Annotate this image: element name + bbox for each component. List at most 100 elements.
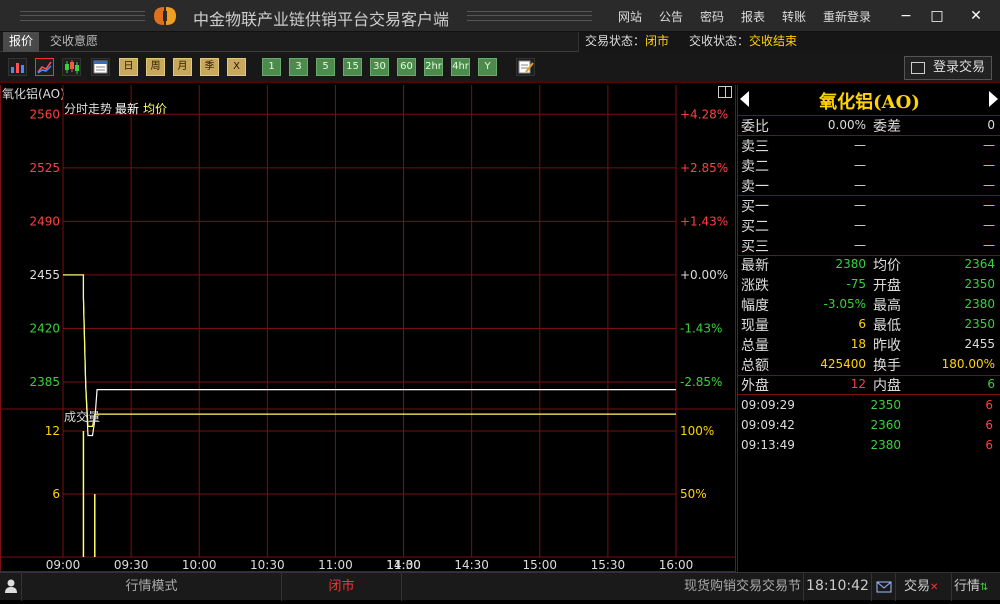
close-button[interactable]: ✕ [966,6,986,26]
inner-value: 6 [987,377,995,391]
y-tick-label: 2420 [29,321,60,335]
disconnected-icon: ✕ [930,582,939,593]
x-tick-label: 11:00 [318,558,353,572]
period-quarter-button[interactable]: 季 [200,58,219,76]
hour-2-button[interactable]: 2hr [424,58,443,76]
tab-delivery-intent[interactable]: 交收意愿 [44,32,104,52]
stat-value-2: 2350 [964,277,995,291]
minute-1-button[interactable]: 1 [262,58,281,76]
menu-report[interactable]: 报表 [741,8,765,25]
tab-quote[interactable]: 报价 [3,32,40,52]
y-tick-pct-label: -2.85% [680,375,722,389]
buy-row-2: 买二 — — [738,215,1000,235]
sell-row-1-price: — [854,178,866,192]
candlestick-icon[interactable] [62,58,81,76]
buy-row-2-volume: — [983,218,995,232]
terminal-icon [911,62,925,74]
minimize-button[interactable]: − [896,6,916,26]
trade-link[interactable]: 交易✕ [896,573,952,601]
minute-15-button[interactable]: 15 [343,58,362,76]
stat-label-2: 开盘 [873,278,901,294]
buy-row-3-volume: — [983,238,995,252]
period-month-button[interactable]: 月 [173,58,192,76]
user-icon[interactable] [0,573,22,601]
sell-row-3-volume: — [983,138,995,152]
tick-row: 09:09:42 2360 6 [738,415,1000,435]
stat-label: 最新 [741,258,769,274]
stat-value-2: 2364 [964,257,995,271]
outer-value: 12 [850,377,866,391]
volume-pct-label: 50% [680,487,707,501]
trade-status-value: 闭市 [645,34,670,48]
x-tick-label: 15:30 [591,558,626,572]
y-tick-pct-label: -1.43% [680,321,722,335]
period-x-button[interactable]: X [227,58,246,76]
average-price-line [63,274,676,427]
stat-value: 18 [850,337,866,351]
minute-30-button[interactable]: 30 [370,58,389,76]
period-week-button[interactable]: 周 [146,58,165,76]
minute-5-button[interactable]: 5 [316,58,335,76]
chart-svg: 09:00 09:30 10:00 10:30 11:00 11:3014:00 14:30… [0,85,736,572]
stat-row: 涨跌 -75 开盘 2350 [738,274,1000,294]
volume-tick-label: 12 [45,424,60,438]
delivery-status-label: 交收状态： [689,34,750,48]
minute-60-button[interactable]: 60 [397,58,416,76]
year-button[interactable]: Y [478,58,497,76]
outer-label: 外盘 [741,378,769,394]
y-tick-label: 2455 [29,268,60,282]
y-tick-label: 2490 [29,214,60,228]
menu-password[interactable]: 密码 [700,8,724,25]
stat-value-2: 2455 [964,337,995,351]
next-arrow-icon[interactable] [989,91,998,107]
stat-row: 现量 6 最低 2350 [738,314,1000,334]
x-tick-label: 09:00 [46,558,81,572]
tick-time: 09:13:49 [741,438,795,452]
menu-website[interactable]: 网站 [618,8,642,25]
maximize-button[interactable]: □ [927,6,947,26]
buy-row-2-price: — [854,218,866,232]
y-tick-label: 2385 [29,375,60,389]
quote-link[interactable]: 行情⇅ [952,573,1000,601]
stat-row: 幅度 -3.05% 最高 2380 [738,294,1000,314]
trade-status-label: 交易状态： [585,34,646,48]
menu-announcement[interactable]: 公告 [659,8,683,25]
mail-icon[interactable] [872,573,896,601]
y-tick-pct-label: +0.00% [680,268,728,282]
x-tick-label: 10:30 [250,558,285,572]
stat-label: 现量 [741,318,769,334]
calendar-icon[interactable] [91,58,110,76]
stat-value: 425400 [820,357,866,371]
sell-row-2-price: — [854,158,866,172]
stat-label-2: 昨收 [873,338,901,354]
app-logo-icon [154,7,176,25]
tick-time: 09:09:29 [741,398,795,412]
x-tick-label: 09:30 [114,558,149,572]
period-day-button[interactable]: 日 [119,58,138,76]
toolbar: 日 周 月 季 X 1 3 5 15 30 60 2hr 4hr Y [0,52,1000,83]
status-bar: 交易状态： 闭市 交收状态： 交收结束 [578,32,1000,52]
menu-transfer[interactable]: 转账 [782,8,806,25]
sell-row-1: 卖一 — — [738,175,1000,195]
title-decoration-right [467,11,592,21]
stat-label: 幅度 [741,298,769,314]
minute-3-button[interactable]: 3 [289,58,308,76]
menu-relogin[interactable]: 重新登录 [823,8,871,25]
stat-label-2: 均价 [873,258,901,274]
hour-4-button[interactable]: 4hr [451,58,470,76]
volume-pct-label: 100% [680,424,714,438]
scroll-ticker: 现货购销交易交易节 [402,573,804,601]
sell-row-3: 卖三 — — [738,135,1000,155]
buy-row-2-label: 买二 [741,219,769,235]
quote-title: 氧化铝(AO) [738,85,1000,115]
y-tick-label: 2525 [29,161,60,175]
volume-tick-label: 6 [52,487,60,501]
line-chart-icon[interactable] [35,58,54,76]
latest-price-line [63,274,676,437]
stat-value: -3.05% [823,297,866,311]
quote-mode-label[interactable]: 行情模式 [22,573,282,601]
bar-chart-icon[interactable] [8,58,27,76]
login-trade-button[interactable]: 登录交易 [904,56,992,80]
edit-icon[interactable] [516,58,535,76]
buy-row-1-label: 买一 [741,199,769,215]
